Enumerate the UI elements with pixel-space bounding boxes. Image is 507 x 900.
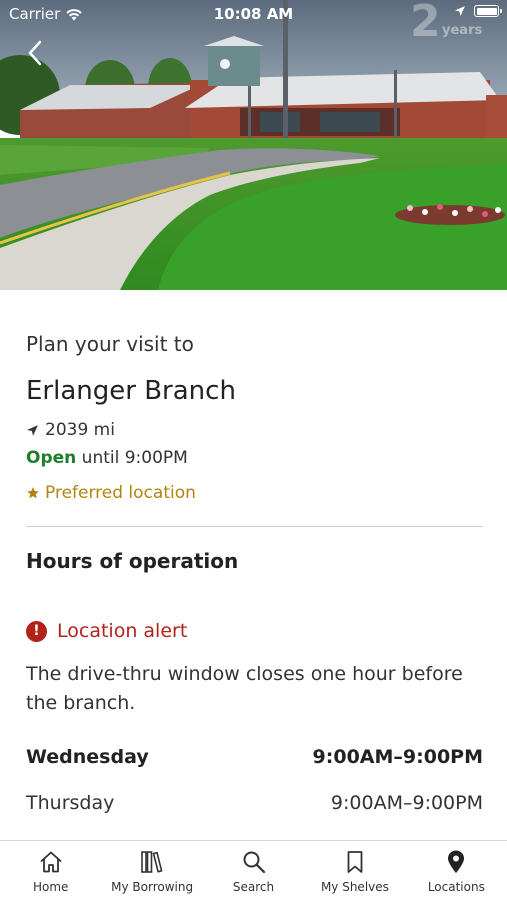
tab-my-shelves[interactable]: My Shelves (304, 841, 405, 900)
hours-row-thursday: Thursday 9:00AM–9:00PM (26, 792, 483, 814)
location-arrow-icon (455, 6, 465, 16)
location-pin-icon (448, 850, 465, 873)
plan-visit-label: Plan your visit to (26, 332, 194, 356)
alert-icon: ! (26, 620, 47, 642)
home-icon (40, 851, 62, 873)
hours-row-wednesday: Wednesday 9:00AM–9:00PM (26, 746, 483, 768)
branch-name: Erlanger Branch (26, 376, 236, 406)
bookmark-icon (347, 851, 363, 873)
divider (26, 526, 483, 527)
search-icon (243, 851, 265, 874)
hours-heading: Hours of operation (26, 549, 239, 573)
preferred-location[interactable]: Preferred location (26, 483, 196, 503)
tab-home[interactable]: Home (0, 841, 101, 900)
open-status: Open (26, 448, 77, 468)
status-right-icons (454, 5, 502, 17)
branch-photo: 2 years Carrier 10:08 AM (0, 0, 507, 290)
day-hours: 9:00AM–9:00PM (330, 792, 483, 814)
preferred-label: Preferred location (45, 483, 196, 503)
tab-label: Locations (427, 880, 485, 894)
day-hours: 9:00AM–9:00PM (312, 746, 483, 768)
alert-message: The drive-thru window closes one hour be… (26, 663, 463, 714)
books-icon (141, 851, 163, 873)
status-bar: Carrier 10:08 AM (0, 0, 507, 30)
day-name: Wednesday (26, 746, 149, 768)
back-button[interactable] (20, 36, 50, 70)
tab-bar: Home My Borrowing Search My Shelves Loca… (0, 840, 507, 900)
location-arrow-icon (27, 424, 38, 436)
clock: 10:08 AM (213, 5, 294, 23)
tab-locations[interactable]: Locations (406, 841, 507, 900)
star-icon (27, 487, 39, 499)
distance-value: 2039 mi (45, 420, 115, 440)
tab-label: Home (32, 880, 69, 894)
tab-label: My Borrowing (111, 880, 194, 894)
distance-row: 2039 mi (26, 420, 115, 440)
tab-search[interactable]: Search (203, 841, 304, 900)
tab-label: My Shelves (320, 880, 389, 894)
day-name: Thursday (26, 792, 115, 814)
alert-title: Location alert (57, 620, 188, 642)
branch-photo-illustration: 2 years (0, 0, 507, 290)
location-alert: ! Location alert (26, 620, 187, 642)
chevron-left-icon (28, 40, 42, 66)
tab-label: Search (232, 880, 275, 894)
tab-my-borrowing[interactable]: My Borrowing (101, 841, 202, 900)
open-until: until 9:00PM (81, 448, 188, 468)
open-status-row: Open until 9:00PM (26, 448, 188, 468)
battery-icon (474, 5, 502, 17)
